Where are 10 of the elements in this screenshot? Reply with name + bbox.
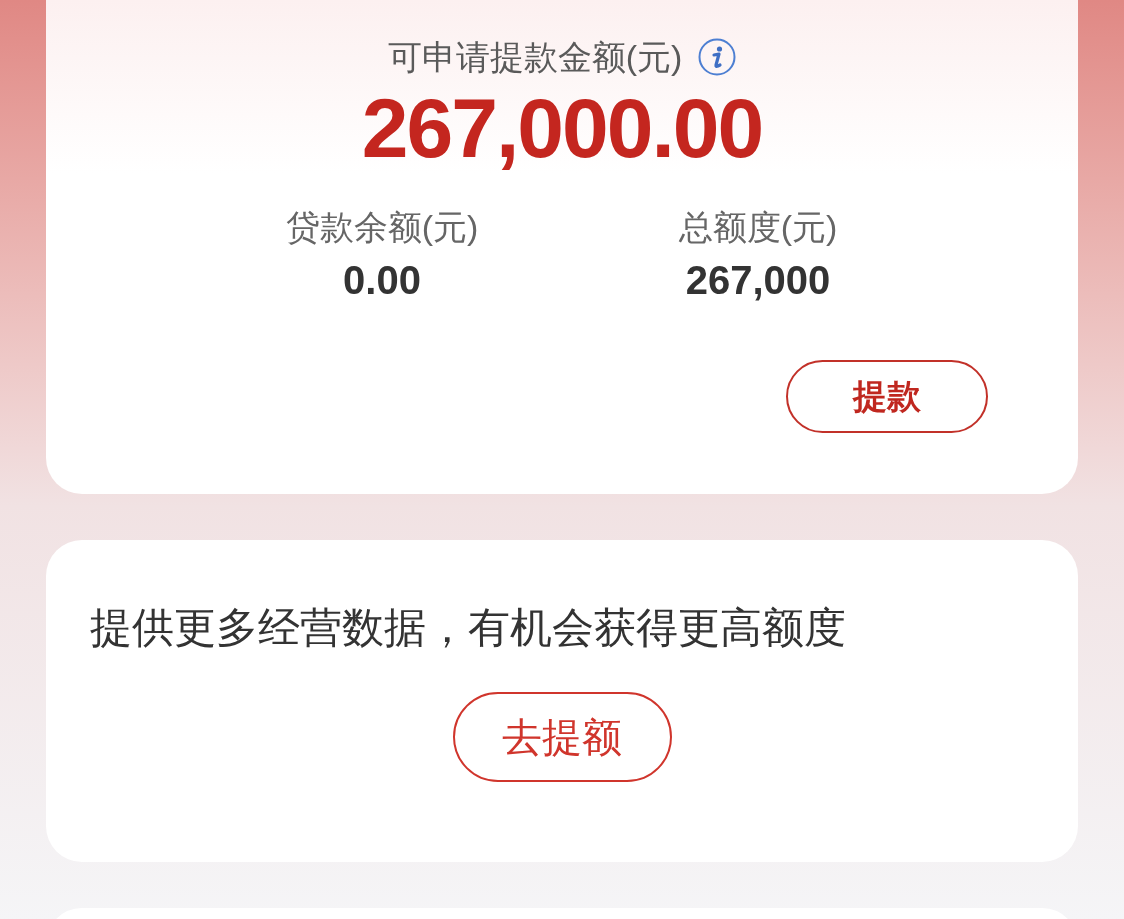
stat-label: 总额度(元) [678, 207, 838, 247]
stat-value: 0.00 [343, 257, 421, 304]
available-amount-label: 可申请提款金额(元) [387, 37, 683, 77]
stat-label: 贷款余额(元) [285, 207, 479, 247]
promo-text: 提供更多经营数据，有机会获得更高额度 [90, 603, 846, 653]
stat-value: 267,000 [685, 257, 831, 304]
raise-limit-button[interactable]: 去提额 [452, 692, 672, 782]
withdraw-button[interactable]: 提款 [786, 360, 988, 433]
info-icon[interactable] [698, 38, 737, 76]
available-amount: 267,000.00 [361, 83, 763, 173]
